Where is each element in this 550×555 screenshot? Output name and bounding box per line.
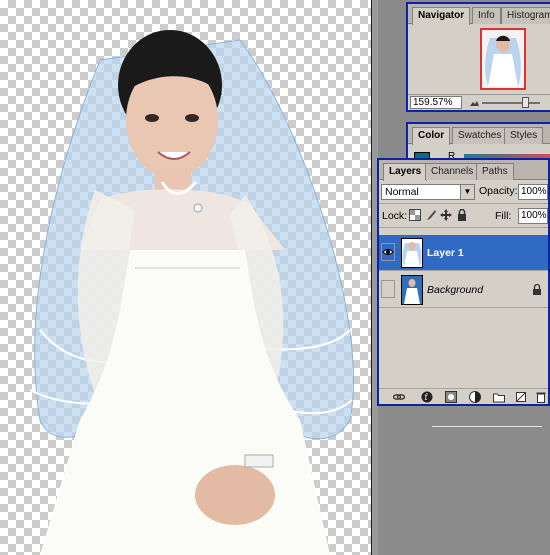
trash-icon[interactable] (535, 391, 547, 403)
lock-label: Lock: (382, 210, 408, 222)
visibility-toggle[interactable] (381, 280, 395, 298)
layers-tab-bar: Layers Channels Paths (379, 160, 548, 181)
color-tab-bar: Color Swatches Styles (408, 124, 550, 145)
layers-palette: Layers Channels Paths Normal ▼ Opacity: … (377, 158, 550, 406)
blend-mode-select[interactable]: Normal ▼ (381, 184, 475, 200)
visibility-toggle[interactable] (381, 243, 395, 261)
opacity-field[interactable]: 100% (518, 184, 548, 200)
tab-navigator[interactable]: Navigator (412, 7, 471, 25)
zoom-slider-track[interactable] (482, 102, 540, 104)
zoom-slider-thumb[interactable] (521, 97, 529, 108)
fill-field[interactable]: 100% (518, 208, 548, 224)
padlock-icon (533, 284, 541, 295)
link-icon[interactable] (393, 391, 405, 403)
navigator-tab-bar: Navigator Info Histogram (408, 4, 550, 25)
blend-mode-value: Normal (385, 186, 419, 198)
navigator-footer: 159.57% (408, 94, 550, 110)
tab-styles[interactable]: Styles (504, 127, 544, 144)
tab-channels[interactable]: Channels (425, 163, 480, 180)
padlock-icon[interactable] (456, 209, 468, 221)
layer-thumbnail (401, 238, 423, 268)
adjustment-layer-icon[interactable] (469, 391, 481, 403)
workspace-divider (432, 426, 542, 427)
layer-style-icon[interactable]: f (421, 391, 433, 403)
color-palette: Color Swatches Styles R (406, 122, 550, 164)
layer-1-thumbnail-image (402, 242, 422, 267)
layer-row-layer-1[interactable]: Layer 1 (379, 235, 548, 271)
layer-mask-icon[interactable] (445, 391, 457, 403)
canvas-area[interactable] (0, 0, 378, 555)
eye-icon (382, 249, 394, 255)
navigator-palette: Navigator Info Histogram 159.57% (406, 2, 550, 112)
tab-paths[interactable]: Paths (476, 163, 514, 180)
zoom-level-field[interactable]: 159.57% (410, 96, 462, 109)
tab-info[interactable]: Info (472, 7, 501, 24)
layer-row-background[interactable]: Background (379, 272, 548, 308)
tab-color[interactable]: Color (412, 127, 451, 145)
chevron-down-icon[interactable]: ▼ (460, 185, 474, 199)
layer-thumbnail (401, 275, 423, 305)
tab-layers[interactable]: Layers (383, 163, 428, 181)
document-canvas[interactable] (0, 0, 372, 555)
lock-transparent-icon[interactable] (409, 209, 421, 221)
layer-name[interactable]: Layer 1 (427, 247, 464, 259)
background-thumbnail-image (402, 276, 422, 304)
blend-opacity-row: Normal ▼ Opacity: 100% (379, 180, 548, 204)
workspace-background (378, 405, 550, 555)
layer-name[interactable]: Background (427, 284, 483, 296)
bride-photo (29, 30, 354, 555)
opacity-label: Opacity: (479, 185, 518, 197)
tab-swatches[interactable]: Swatches (452, 127, 508, 144)
lock-fill-row: Lock: Fill: 100% (379, 204, 548, 228)
zoom-out-icon[interactable] (470, 99, 479, 106)
new-layer-icon[interactable] (515, 391, 527, 403)
new-set-icon[interactable] (493, 391, 505, 403)
fill-label: Fill: (495, 210, 512, 222)
tab-histogram[interactable]: Histogram (501, 7, 550, 24)
navigator-thumbnail-image (485, 35, 521, 86)
navigator-preview[interactable] (480, 28, 526, 90)
brush-lock-icon[interactable] (425, 209, 437, 221)
layers-footer: f (379, 388, 548, 404)
move-lock-icon[interactable] (440, 209, 452, 221)
layer-list: Layer 1 Background (379, 229, 548, 389)
